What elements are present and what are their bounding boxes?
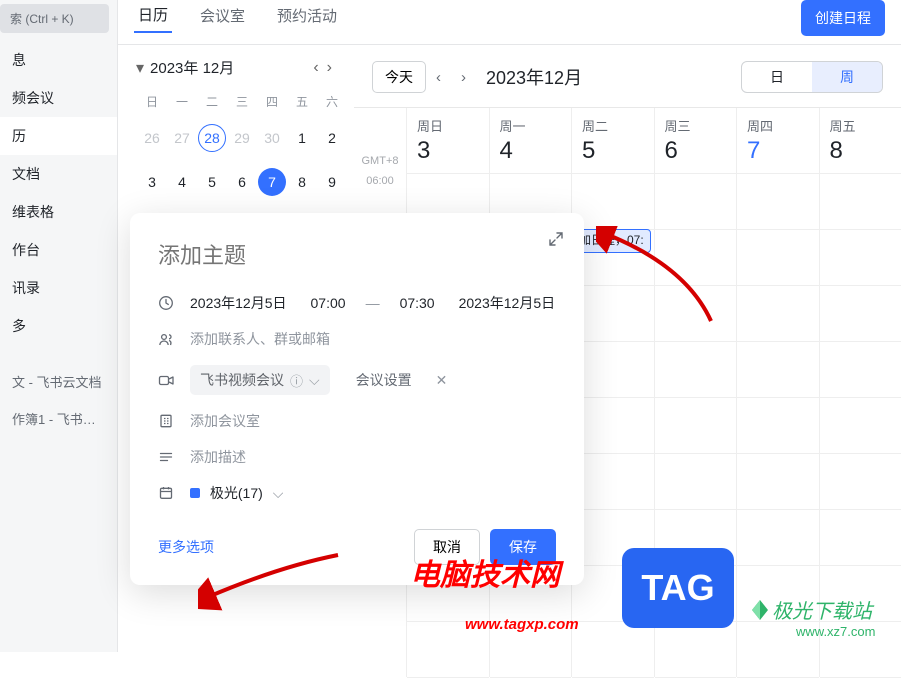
day-column[interactable]: [654, 173, 737, 677]
calendar-color-badge: [190, 488, 200, 498]
day-column[interactable]: [819, 173, 901, 677]
calendar-select[interactable]: 极光(17) ⌵: [190, 483, 283, 503]
mini-cal-day[interactable]: 8: [288, 161, 316, 203]
attendees-row: 添加联系人、群或邮箱: [130, 321, 584, 357]
calendar-event[interactable]: 加日程，07:: [573, 229, 651, 253]
sidebar: 索 (Ctrl + K) 息频会议历文档维表格作台讯录多 文 - 飞书云文档作簿…: [0, 0, 118, 652]
mini-cal-weekday: 一: [168, 88, 196, 115]
description-placeholder[interactable]: 添加描述: [190, 447, 246, 467]
building-icon: [158, 413, 176, 429]
chevron-down-icon: ⌵: [309, 372, 320, 389]
description-icon: [158, 449, 176, 465]
sidebar-item[interactable]: 息: [0, 41, 117, 79]
day-header[interactable]: 周一4: [489, 108, 572, 173]
mini-cal-day[interactable]: 29: [228, 117, 256, 159]
cancel-button[interactable]: 取消: [414, 529, 480, 565]
save-button[interactable]: 保存: [490, 529, 556, 565]
day-header[interactable]: 周五8: [819, 108, 901, 173]
sidebar-item[interactable]: 讯录: [0, 269, 117, 307]
end-date[interactable]: 2023年12月5日: [459, 293, 556, 313]
description-row: 添加描述: [130, 439, 584, 475]
mini-cal-day[interactable]: 1: [288, 117, 316, 159]
sidebar-item[interactable]: 文档: [0, 155, 117, 193]
tab-booking[interactable]: 预约活动: [273, 5, 341, 32]
gmt-label: GMT+8: [354, 108, 406, 173]
event-time-row: 2023年12月5日 07:00 — 07:30 2023年12月5日: [130, 285, 584, 321]
video-icon: [158, 372, 176, 389]
week-prev[interactable]: ‹: [426, 69, 451, 86]
view-week-toggle[interactable]: 周: [812, 62, 882, 92]
view-day-toggle[interactable]: 日: [742, 62, 812, 92]
video-conference-chip[interactable]: 飞书视频会议 ⓘ ⌵: [190, 365, 330, 395]
tab-meeting-room[interactable]: 会议室: [196, 5, 249, 32]
mini-cal-day[interactable]: 28: [198, 117, 226, 159]
mini-cal-day[interactable]: 3: [138, 161, 166, 203]
mini-cal-weekday: 二: [198, 88, 226, 115]
tab-calendar[interactable]: 日历: [134, 4, 172, 33]
remove-video-icon[interactable]: ✕: [436, 372, 448, 389]
mini-cal-weekday: 六: [318, 88, 346, 115]
sidebar-item[interactable]: 频会议: [0, 79, 117, 117]
conference-settings-link[interactable]: 会议设置: [356, 370, 412, 390]
mini-cal-weekday: 四: [258, 88, 286, 115]
room-row: 添加会议室: [130, 403, 584, 439]
day-column[interactable]: [736, 173, 819, 677]
video-row: 飞书视频会议 ⓘ ⌵ 会议设置 ✕: [130, 357, 584, 403]
more-options-link[interactable]: 更多选项: [158, 537, 214, 557]
attendees-placeholder[interactable]: 添加联系人、群或邮箱: [190, 329, 330, 349]
video-label: 飞书视频会议: [200, 370, 284, 390]
topbar: 日历 会议室 预约活动 创建日程: [118, 0, 901, 45]
sidebar-doc-item[interactable]: 作簿1 - 飞书云...: [0, 400, 117, 437]
calendar-name: 极光(17): [210, 485, 263, 501]
sidebar-item[interactable]: 作台: [0, 231, 117, 269]
mini-cal-day[interactable]: 4: [168, 161, 196, 203]
day-header[interactable]: 周二5: [571, 108, 654, 173]
sidebar-item[interactable]: 历: [0, 117, 117, 155]
chevron-down-icon: ⌵: [273, 485, 284, 501]
mini-cal-weekday: 五: [288, 88, 316, 115]
create-event-button[interactable]: 创建日程: [801, 0, 885, 36]
start-date[interactable]: 2023年12月5日: [190, 293, 287, 313]
mini-cal-collapse-icon[interactable]: ▾: [136, 58, 144, 78]
week-title: 2023年12月: [486, 64, 582, 90]
mini-cal-day[interactable]: 5: [198, 161, 226, 203]
day-header[interactable]: 周三6: [654, 108, 737, 173]
mini-cal-weekday: 日: [138, 88, 166, 115]
mini-cal-day[interactable]: 9: [318, 161, 346, 203]
start-time[interactable]: 07:00: [311, 295, 346, 311]
mini-cal-weekday: 三: [228, 88, 256, 115]
week-next[interactable]: ›: [451, 69, 476, 86]
mini-cal-day[interactable]: 30: [258, 117, 286, 159]
mini-cal-day[interactable]: 6: [228, 161, 256, 203]
mini-cal-next[interactable]: ›: [323, 59, 336, 77]
info-icon: ⓘ: [290, 371, 303, 390]
calendar-select-row: 极光(17) ⌵: [130, 475, 584, 511]
mini-cal-day[interactable]: 27: [168, 117, 196, 159]
day-header[interactable]: 周四7: [736, 108, 819, 173]
today-button[interactable]: 今天: [372, 61, 426, 93]
sidebar-doc-item[interactable]: 文 - 飞书云文档: [0, 363, 117, 400]
room-placeholder[interactable]: 添加会议室: [190, 411, 260, 431]
expand-icon[interactable]: [548, 231, 564, 247]
search-hint-text: 索 (Ctrl + K): [10, 10, 74, 27]
mini-cal-day[interactable]: 7: [258, 161, 286, 203]
sidebar-item[interactable]: 多: [0, 307, 117, 345]
search-input[interactable]: 索 (Ctrl + K): [0, 4, 109, 33]
mini-cal-prev[interactable]: ‹: [309, 59, 322, 77]
mini-cal-month-label: 2023年 12月: [150, 57, 309, 78]
mini-cal-day[interactable]: 2: [318, 117, 346, 159]
mini-cal-day[interactable]: 26: [138, 117, 166, 159]
day-header[interactable]: 周日3: [406, 108, 489, 173]
create-event-popup: 2023年12月5日 07:00 — 07:30 2023年12月5日 添加联系…: [130, 213, 584, 585]
view-toggle: 日 周: [741, 61, 883, 93]
calendar-icon: [158, 485, 176, 501]
event-title-input[interactable]: [130, 237, 584, 285]
sidebar-item[interactable]: 维表格: [0, 193, 117, 231]
clock-icon: [158, 295, 176, 311]
people-icon: [158, 331, 176, 348]
end-time[interactable]: 07:30: [400, 295, 435, 311]
